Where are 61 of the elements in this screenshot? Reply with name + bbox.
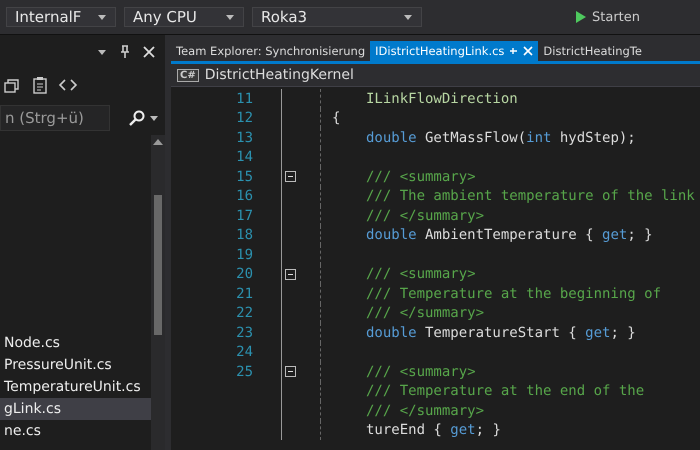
collapse-icon[interactable] — [284, 268, 296, 280]
line-number: 20 — [235, 266, 254, 282]
editor-tab[interactable]: Team Explorer: Synchronisierung — [171, 41, 370, 61]
collapse-icon[interactable] — [284, 171, 296, 182]
line-number: 25 — [235, 364, 254, 380]
line-number: 17 — [235, 208, 254, 224]
code-line: double TemperatureStart { get; } — [366, 324, 636, 341]
code-brackets-icon — [58, 78, 78, 92]
scrollbar[interactable] — [151, 135, 165, 450]
csharp-badge: C# — [177, 68, 199, 82]
code-line: /// </summary> — [366, 402, 484, 419]
code-line: /// The ambient temperature of the link — [366, 188, 695, 204]
line-number: 15 — [235, 168, 254, 185]
line-number: 21 — [235, 286, 254, 302]
toolbar-dropdown[interactable]: InternalF — [6, 7, 116, 27]
code-line: tureEnd { get; } — [366, 422, 501, 438]
file-item[interactable]: PressureUnit.cs — [0, 354, 151, 376]
line-number: 14 — [235, 149, 254, 166]
line-number: 23 — [235, 324, 254, 341]
caret-icon — [97, 48, 107, 56]
start-button[interactable]: Starten — [571, 8, 644, 26]
line-number: 19 — [235, 246, 254, 263]
code-line: double AmbientTemperature { get; } — [366, 227, 653, 244]
code-line: /// </summary> — [366, 305, 484, 322]
line-number: 11 — [235, 90, 254, 107]
clipboard-icon — [32, 76, 48, 94]
editor-tab[interactable]: DistrictHeatingTe — [538, 41, 647, 61]
line-number: 18 — [235, 227, 254, 244]
caret-icon — [97, 14, 107, 20]
code-line: double GetMassFlow(int hydStep); — [366, 130, 636, 146]
search-icon — [129, 110, 145, 126]
toolbar-dropdown[interactable]: Any CPU — [124, 7, 244, 27]
search-field[interactable]: n (Strg+ü) — [0, 105, 110, 131]
file-item[interactable]: TemperatureUnit.cs — [0, 376, 151, 398]
line-number: 13 — [235, 130, 254, 146]
line-number: 22 — [235, 305, 254, 322]
editor-tab[interactable]: IDistrictHeatingLink.cs — [370, 41, 538, 61]
toolbar-dropdown[interactable]: Roka3 — [252, 7, 422, 27]
file-item[interactable]: Node.cs — [0, 332, 151, 354]
file-item[interactable]: gLink.cs — [0, 398, 151, 420]
code-line: /// <summary> — [366, 266, 476, 282]
play-icon — [575, 10, 587, 24]
file-item[interactable]: ne.cs — [0, 420, 151, 442]
close-icon — [523, 46, 534, 56]
caret-icon — [225, 14, 235, 20]
close-icon — [143, 46, 155, 58]
collapse-icon[interactable] — [284, 366, 296, 378]
code-line: /// </summary> — [366, 208, 484, 224]
code-line: /// <summary> — [366, 364, 476, 380]
line-number: 24 — [235, 344, 254, 360]
code-line: { — [332, 110, 340, 126]
code-line: /// <summary> — [366, 168, 476, 185]
project-dropdown[interactable]: DistrictHeatingKernel — [204, 67, 354, 83]
line-number: 12 — [235, 110, 254, 126]
scroll-up-icon — [153, 139, 163, 145]
caret-icon — [403, 14, 413, 20]
code-line: ILinkFlowDirection — [366, 90, 518, 107]
code-line: /// Temperature at the beginning of — [366, 286, 662, 302]
caret-icon — [149, 114, 159, 122]
line-number: 16 — [235, 188, 254, 204]
code-line: /// Temperature at the end of the — [366, 383, 644, 400]
